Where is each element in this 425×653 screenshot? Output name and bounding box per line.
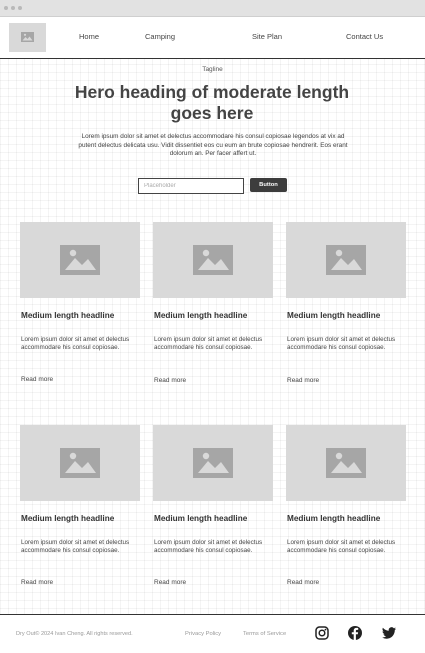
- card-read-more-link[interactable]: Read more: [21, 376, 53, 383]
- card-image-placeholder: [153, 222, 273, 298]
- card-read-more-link[interactable]: Read more: [154, 377, 186, 384]
- logo-placeholder[interactable]: [9, 23, 46, 52]
- card-body-text: Lorem ipsum dolor sit amet et delectus a…: [21, 539, 130, 555]
- window-dot: [18, 6, 22, 10]
- twitter-icon[interactable]: [381, 625, 397, 641]
- feature-card: Medium length headline Lorem ipsum dolor…: [153, 222, 273, 402]
- nav-link-site-plan[interactable]: Site Plan: [252, 32, 282, 41]
- card-image-placeholder: [286, 222, 406, 298]
- card-image-placeholder: [20, 425, 140, 501]
- hero-cta-button[interactable]: Button: [250, 178, 287, 192]
- image-placeholder-icon: [21, 32, 34, 42]
- footer-privacy-link[interactable]: Privacy Policy: [185, 631, 221, 637]
- card-headline: Medium length headline: [21, 514, 115, 523]
- site-footer: Dry Out© 2024 Ivan Cheng. All rights res…: [0, 614, 425, 653]
- card-read-more-link[interactable]: Read more: [21, 579, 53, 586]
- feature-card: Medium length headline Lorem ipsum dolor…: [20, 425, 140, 605]
- image-placeholder-icon: [326, 245, 366, 275]
- card-image-placeholder: [153, 425, 273, 501]
- image-placeholder-icon: [193, 245, 233, 275]
- feature-card: Medium length headline Lorem ipsum dolor…: [153, 425, 273, 605]
- nav-link-home[interactable]: Home: [79, 32, 99, 41]
- instagram-icon[interactable]: [314, 625, 330, 641]
- window-dot: [11, 6, 15, 10]
- image-placeholder-icon: [193, 448, 233, 478]
- hero-tagline: Tagline: [202, 66, 223, 73]
- browser-chrome: [0, 0, 425, 17]
- footer-copyright: Dry Out© 2024 Ivan Cheng. All rights res…: [16, 631, 133, 637]
- nav-link-camping[interactable]: Camping: [145, 32, 175, 41]
- image-placeholder-icon: [60, 245, 100, 275]
- card-headline: Medium length headline: [287, 311, 381, 320]
- card-body-text: Lorem ipsum dolor sit amet et delectus a…: [154, 336, 263, 352]
- card-headline: Medium length headline: [154, 514, 248, 523]
- facebook-icon[interactable]: [347, 625, 363, 641]
- footer-terms-link[interactable]: Terms of Service: [243, 631, 286, 637]
- card-body-text: Lorem ipsum dolor sit amet et delectus a…: [287, 539, 396, 555]
- hero-heading: Hero heading of moderate length goes her…: [74, 82, 350, 123]
- image-placeholder-icon: [326, 448, 366, 478]
- card-body-text: Lorem ipsum dolor sit amet et delectus a…: [287, 336, 396, 352]
- hero-text-input[interactable]: [138, 178, 244, 194]
- card-headline: Medium length headline: [21, 311, 115, 320]
- card-image-placeholder: [286, 425, 406, 501]
- feature-card: Medium length headline Lorem ipsum dolor…: [286, 222, 406, 402]
- card-body-text: Lorem ipsum dolor sit amet et delectus a…: [21, 336, 130, 352]
- card-read-more-link[interactable]: Read more: [154, 579, 186, 586]
- card-read-more-link[interactable]: Read more: [287, 579, 319, 586]
- hero-body-text: Lorem ipsum dolor sit amet et delectus a…: [78, 133, 348, 157]
- card-body-text: Lorem ipsum dolor sit amet et delectus a…: [154, 539, 263, 555]
- feature-card: Medium length headline Lorem ipsum dolor…: [286, 425, 406, 605]
- top-navbar: Home Camping Site Plan Contact Us: [0, 17, 425, 59]
- image-placeholder-icon: [60, 448, 100, 478]
- card-headline: Medium length headline: [154, 311, 248, 320]
- window-dot: [4, 6, 8, 10]
- card-image-placeholder: [20, 222, 140, 298]
- card-read-more-link[interactable]: Read more: [287, 377, 319, 384]
- card-headline: Medium length headline: [287, 514, 381, 523]
- nav-link-contact-us[interactable]: Contact Us: [346, 32, 383, 41]
- feature-card: Medium length headline Lorem ipsum dolor…: [20, 222, 140, 402]
